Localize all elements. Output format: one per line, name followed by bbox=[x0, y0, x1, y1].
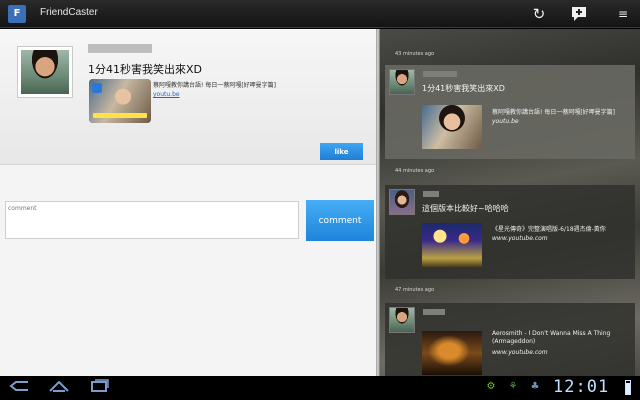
news-feed: 43 minutes ago 1分41秒害我笑出來XD 蔡阿嘎教你講台語! 每日… bbox=[380, 29, 640, 376]
comment-area: comment bbox=[0, 187, 376, 257]
link-thumbnail[interactable] bbox=[422, 331, 482, 375]
avatar bbox=[389, 189, 415, 215]
link-thumbnail[interactable] bbox=[89, 79, 151, 123]
feed-author-redacted bbox=[423, 71, 457, 77]
battery-level bbox=[626, 382, 630, 394]
link-description: 蔡阿嘎教你講台語! 每日一蔡阿嘎[好呷曼字篇] bbox=[492, 109, 615, 116]
overflow-menu-icon[interactable]: ≡ bbox=[612, 3, 634, 25]
post-card: 1分41秒害我笑出來XD 蔡阿嘎教你講台語! 每日一蔡阿嘎[好呷曼字篇] you… bbox=[0, 29, 376, 165]
avatar bbox=[389, 307, 415, 333]
avatar[interactable] bbox=[17, 46, 73, 98]
video-thumbnail-image bbox=[89, 79, 151, 123]
link-description: 蔡阿嘎教你講台語! 每日一蔡阿嘎[好呷曼字篇] bbox=[153, 82, 276, 89]
avatar bbox=[389, 69, 415, 95]
feed-timestamp: 44 minutes ago bbox=[395, 168, 435, 174]
link-host[interactable]: youtu.be bbox=[153, 91, 180, 98]
home-icon[interactable] bbox=[44, 379, 74, 397]
feed-timestamp: 47 minutes ago bbox=[395, 287, 435, 293]
post-author-redacted bbox=[88, 44, 152, 53]
feed-timestamp: 43 minutes ago bbox=[395, 51, 435, 57]
android-debug-icon: ⚙ bbox=[486, 381, 496, 392]
link-thumbnail[interactable] bbox=[422, 223, 482, 267]
feed-message: 這個版本比較好~哈哈哈 bbox=[422, 204, 509, 213]
clover-notification-icon: ♣ bbox=[530, 381, 540, 392]
feed-item[interactable]: 1分41秒害我笑出來XD 蔡阿嘎教你講台語! 每日一蔡阿嘎[好呷曼字篇] you… bbox=[385, 65, 635, 159]
comment-input[interactable] bbox=[5, 201, 299, 239]
post-detail-pane: 1分41秒害我笑出來XD 蔡阿嘎教你講台語! 每日一蔡阿嘎[好呷曼字篇] you… bbox=[0, 29, 376, 376]
link-host: youtu.be bbox=[492, 118, 519, 125]
back-icon[interactable] bbox=[4, 379, 34, 397]
refresh-icon[interactable]: ↻ bbox=[528, 3, 550, 25]
link-host: www.youtube.com bbox=[492, 235, 548, 242]
action-bar: F FriendCaster ↻ ≡ bbox=[0, 0, 640, 28]
feed-author-redacted bbox=[423, 309, 445, 315]
app-icon[interactable]: F bbox=[8, 5, 26, 23]
link-thumbnail[interactable] bbox=[422, 105, 482, 149]
link-host: www.youtube.com bbox=[492, 349, 548, 356]
battery-icon[interactable] bbox=[625, 380, 631, 395]
new-post-icon[interactable] bbox=[568, 3, 590, 25]
avatar-photo bbox=[21, 50, 69, 94]
feed-author-redacted bbox=[423, 191, 439, 197]
link-description: 《星光傳奇》完整演唱版-6/18週杰倫-黃你 bbox=[492, 226, 606, 233]
like-button[interactable]: like bbox=[320, 143, 363, 160]
feed-item[interactable]: 這個版本比較好~哈哈哈 《星光傳奇》完整演唱版-6/18週杰倫-黃你 www.y… bbox=[385, 185, 635, 279]
clock[interactable]: 12:01 bbox=[553, 377, 609, 397]
feed-item[interactable]: Aerosmith - I Don't Wanna Miss A Thing (… bbox=[385, 303, 635, 376]
comment-button[interactable]: comment bbox=[306, 200, 374, 241]
app-title: FriendCaster bbox=[40, 7, 98, 18]
post-message: 1分41秒害我笑出來XD bbox=[88, 63, 203, 76]
system-bar: ⚙ ⚘ ♣ 12:01 bbox=[0, 376, 640, 400]
notification-leaf-icon: ⚘ bbox=[508, 381, 518, 392]
feed-message: 1分41秒害我笑出來XD bbox=[422, 84, 505, 93]
recent-apps-icon[interactable] bbox=[84, 379, 114, 397]
link-description: Aerosmith - I Don't Wanna Miss A Thing (… bbox=[492, 330, 611, 345]
